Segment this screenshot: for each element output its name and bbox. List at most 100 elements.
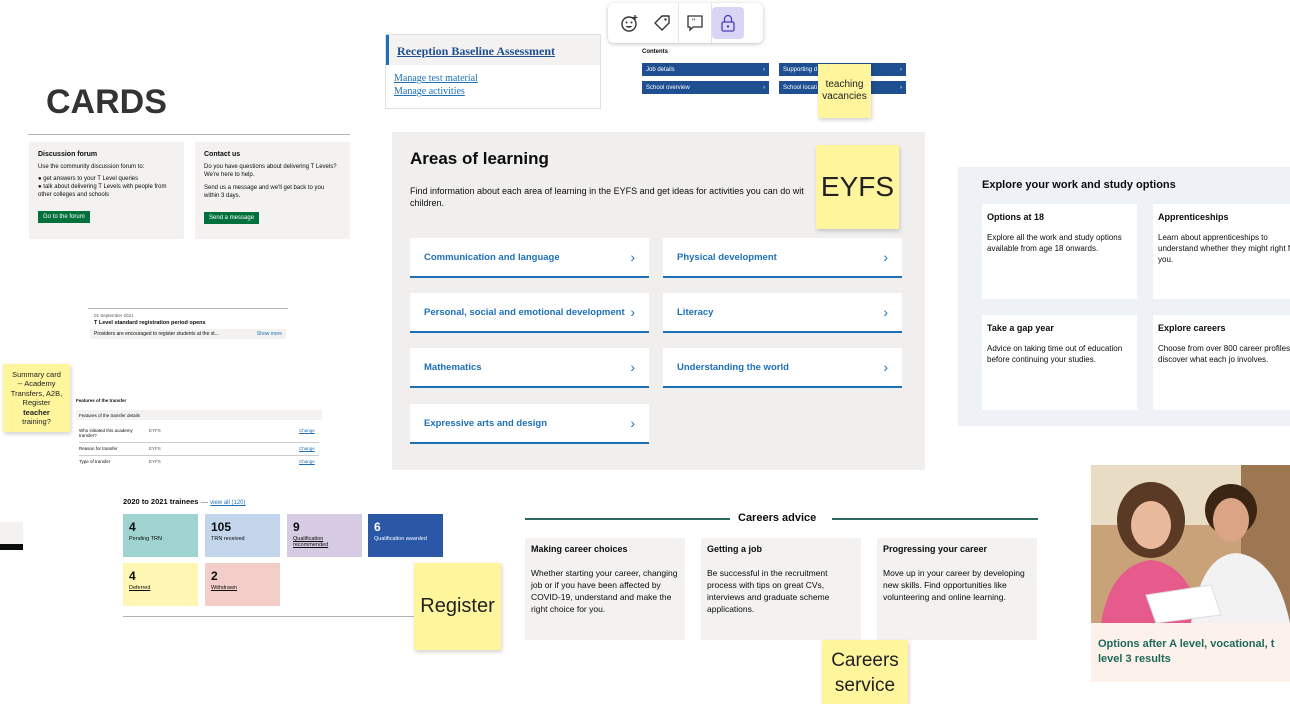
send-message-button[interactable]: Send a message [204, 212, 260, 224]
chevron-right-icon: › [900, 66, 902, 73]
status-tile[interactable]: 2 Withdrawn [205, 563, 280, 606]
rba-title-bar: Reception Baseline Assessment [386, 35, 600, 65]
card-title: Getting a job [707, 544, 762, 554]
areas-intro: Find information about each area of lear… [410, 186, 804, 196]
change-link[interactable]: Change [299, 459, 315, 468]
card-title: Options at 18 [987, 212, 1045, 222]
cropped-fragment [0, 522, 23, 550]
contents-heading: Contents [642, 49, 668, 55]
card-text: Learn about apprenticeships to understan… [1158, 233, 1290, 264]
card-title: Making career choices [531, 544, 628, 554]
area-card[interactable]: Understanding the world › [663, 348, 902, 388]
area-card[interactable]: Expressive arts and design › [410, 404, 649, 444]
card-text: Advice on taking time out of education b… [987, 344, 1123, 364]
chevron-right-icon: › [883, 304, 888, 320]
forum-bullet: ● talk about delivering T Levels with pe… [38, 184, 167, 198]
card-text: Whether starting your career, changing j… [531, 568, 678, 614]
trainees-heading: 2020 to 2021 trainees — view all (120) [123, 497, 246, 506]
explore-panel: Explore your work and study options Opti… [958, 167, 1290, 426]
row-label: Type of transfer [79, 459, 111, 464]
row-value: EYFS [149, 428, 161, 433]
career-card[interactable]: Making career choices Whether starting y… [525, 538, 685, 640]
contents-link-school-overview[interactable]: School overview › [642, 81, 769, 94]
transfer-caption: Features of the transfer details [76, 410, 322, 420]
notice-body-row: Providers are encouraged to register stu… [90, 329, 286, 339]
career-card[interactable]: Progressing your career Move up in your … [877, 538, 1037, 640]
status-tile[interactable]: 6 Qualification awarded [368, 514, 443, 557]
status-tile[interactable]: 105 TRN received [205, 514, 280, 557]
comment-quote-icon: ” [687, 15, 703, 32]
contact-text: Do you have questions about delivering T… [204, 164, 337, 178]
careers-rule-right [832, 518, 1038, 520]
chevron-right-icon: › [630, 249, 635, 265]
sticky-line: Summary card [12, 369, 61, 379]
view-all-link[interactable]: view all (120) [210, 500, 245, 506]
sticky-line: Transfers, A2B, [10, 388, 63, 398]
transfer-heading: Features of the transfer [76, 398, 127, 403]
row-value: EYFS [149, 459, 161, 464]
sticky-note-teaching[interactable]: teaching vacancies [818, 64, 871, 118]
card-title: Progressing your career [883, 544, 988, 554]
explore-card[interactable]: Options at 18 Explore all the work and s… [982, 204, 1137, 299]
summary-row: Type of transfer EYFS Change [79, 459, 319, 468]
notice-title: T Level standard registration period ope… [94, 320, 206, 326]
careers-rule-left [525, 518, 730, 520]
comment-button[interactable]: ” [679, 7, 711, 39]
card-text: Be successful in the recruitment process… [707, 568, 830, 614]
show-more-link[interactable]: Show more [257, 331, 282, 337]
sticky-note-eyfs[interactable]: EYFS [816, 145, 899, 229]
rba-card: Reception Baseline Assessment Manage tes… [385, 34, 601, 109]
status-tile[interactable]: 4 Pending TRN [123, 514, 198, 557]
area-card[interactable]: Communication and language › [410, 238, 649, 278]
change-link[interactable]: Change [299, 446, 315, 455]
areas-intro-2: children. [410, 198, 445, 208]
explore-card[interactable]: Explore careers Choose from over 800 car… [1153, 315, 1290, 410]
contents-link-job-details[interactable]: Job details › [642, 63, 769, 76]
sticky-note-register[interactable]: Register [414, 563, 501, 650]
area-card[interactable]: Physical development › [663, 238, 902, 278]
sticky-line: teacher [23, 407, 50, 417]
sticky-line: training? [22, 417, 51, 426]
row-label: Reason for transfer [79, 446, 118, 451]
status-tile[interactable]: 4 Deferred [123, 563, 198, 606]
row-label: Who initiated this academy transfer? [79, 428, 133, 438]
summary-row: Who initiated this academy transfer? EYF… [79, 428, 319, 443]
explore-card[interactable]: Apprenticeships Learn about apprenticesh… [1153, 204, 1290, 299]
chevron-right-icon: › [763, 84, 765, 91]
add-reaction-icon [621, 15, 638, 32]
options-card[interactable]: Options after A level, vocational, t lev… [1091, 465, 1290, 682]
area-card[interactable]: Mathematics › [410, 348, 649, 388]
chevron-right-icon: › [763, 66, 765, 73]
card-text: Move up in your career by developing new… [883, 568, 1025, 602]
notice-card: 01 September 2021 T Level standard regis… [88, 308, 288, 345]
svg-text:”: ” [692, 18, 696, 27]
card-title: Apprenticeships [1158, 212, 1229, 222]
sticky-note-summary[interactable]: Summary card -- Academy Transfers, A2B, … [3, 364, 70, 432]
explore-title: Explore your work and study options [982, 179, 1176, 191]
add-reaction-button[interactable] [614, 7, 646, 39]
contact-card: Contact us Do you have questions about d… [195, 142, 350, 239]
explore-card[interactable]: Take a gap year Advice on taking time ou… [982, 315, 1137, 410]
status-tile[interactable]: 9 Qualification recommended [287, 514, 362, 557]
manage-test-material-link[interactable]: Manage test material [394, 72, 592, 85]
chevron-right-icon: › [630, 359, 635, 375]
change-link[interactable]: Change [299, 428, 315, 442]
forum-card: Discussion forum Use the community discu… [29, 142, 184, 239]
lock-button[interactable] [712, 7, 744, 39]
manage-activities-link[interactable]: Manage activities [394, 85, 592, 98]
tag-button[interactable] [646, 7, 678, 39]
area-card[interactable]: Personal, social and emotional developme… [410, 293, 649, 333]
go-to-forum-button[interactable]: Go to the forum [38, 211, 90, 223]
card-text: Choose from over 800 career profiles to … [1158, 344, 1290, 364]
rba-title-link[interactable]: Reception Baseline Assessment [397, 44, 555, 58]
area-card[interactable]: Literacy › [663, 293, 902, 333]
career-card[interactable]: Getting a job Be successful in the recru… [701, 538, 861, 640]
sticky-line: -- Academy [17, 379, 56, 388]
card-text: Explore all the work and study options a… [987, 233, 1122, 253]
chevron-right-icon: › [883, 249, 888, 265]
divider [28, 134, 350, 135]
chevron-right-icon: › [630, 304, 635, 320]
board-toolbar: ” [608, 3, 763, 43]
sticky-note-careers[interactable]: Careers service [822, 640, 908, 704]
areas-title: Areas of learning [410, 149, 549, 168]
